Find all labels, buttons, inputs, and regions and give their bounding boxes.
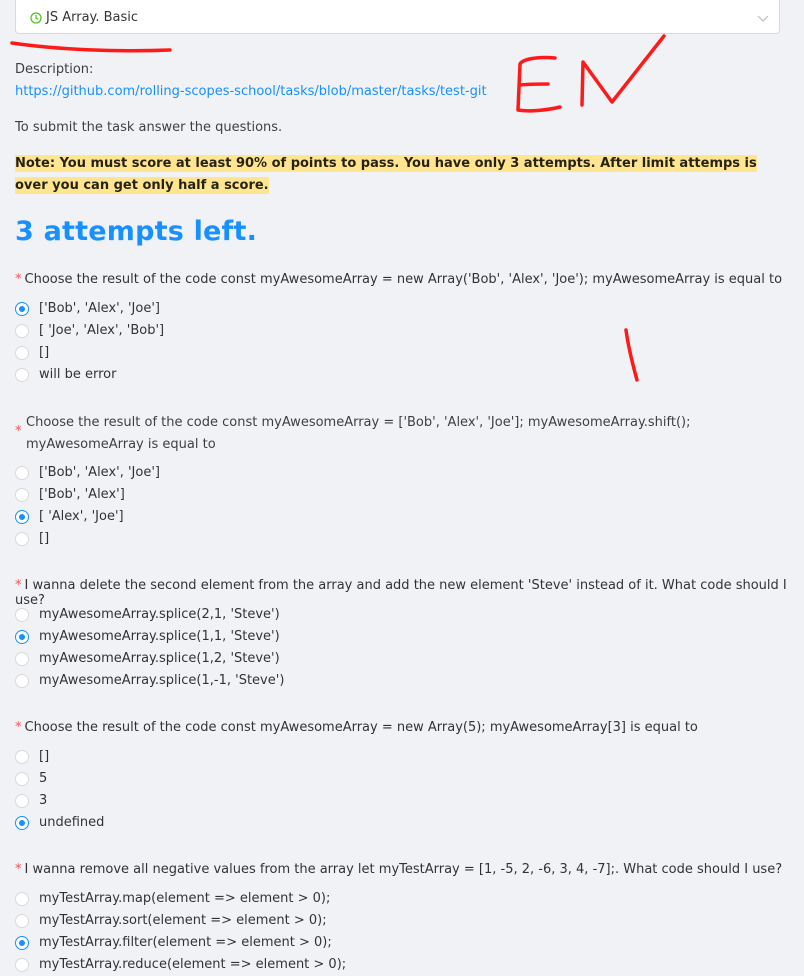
radio-button[interactable] xyxy=(15,324,29,338)
question-4: * Choose the result of the code const myA… xyxy=(15,720,698,735)
required-star: * xyxy=(15,862,22,877)
radio-option-label: myTestArray.sort(element => element > 0)… xyxy=(39,913,327,928)
radio-option-label: myTestArray.reduce(element => element > … xyxy=(39,957,347,972)
question-4-text: Choose the result of the code const myAw… xyxy=(24,720,698,735)
task-select-title: JS Array. Basic xyxy=(46,10,139,25)
radio-button[interactable] xyxy=(15,750,29,764)
radio-option-label: 5 xyxy=(39,771,48,786)
radio-button[interactable] xyxy=(15,510,29,524)
annotation-letter-e xyxy=(516,55,562,113)
radio-option-label: myAwesomeArray.splice(1,-1, 'Steve') xyxy=(39,673,285,688)
radio-button[interactable] xyxy=(15,816,29,830)
required-star: * xyxy=(15,578,22,593)
radio-option-label: [ 'Joe', 'Alex', 'Bob'] xyxy=(39,323,165,338)
radio-option-label: [] xyxy=(39,531,50,546)
radio-option-label: myTestArray.map(element => element > 0); xyxy=(39,891,331,906)
radio-option-label: [ 'Alex', 'Joe'] xyxy=(39,509,124,524)
radio-option-label: myAwesomeArray.splice(1,1, 'Steve') xyxy=(39,629,280,644)
radio-option-label: ['Bob', 'Alex'] xyxy=(39,487,125,502)
radio-button[interactable] xyxy=(15,466,29,480)
radio-option-label: [] xyxy=(39,345,50,360)
radio-button[interactable] xyxy=(15,532,29,546)
radio-button[interactable] xyxy=(15,914,29,928)
radio-button[interactable] xyxy=(15,892,29,906)
submit-instruction: To submit the task answer the questions. xyxy=(15,120,283,135)
radio-button[interactable] xyxy=(15,958,29,972)
question-2-text: Choose the result of the code const myAw… xyxy=(26,415,691,452)
required-star: * xyxy=(15,720,22,735)
question-5: * I wanna remove all negative values from… xyxy=(15,862,782,877)
task-select[interactable]: JS Array. Basic xyxy=(15,0,780,34)
question-5-text: I wanna remove all negative values from … xyxy=(24,862,783,877)
attempts-note-text: Note: You must score at least 90% of poi… xyxy=(15,155,757,194)
radio-option-label: [] xyxy=(39,749,50,764)
required-star: * xyxy=(15,424,22,439)
radio-button[interactable] xyxy=(15,772,29,786)
radio-option-label: undefined xyxy=(39,815,105,830)
attempts-note: Note: You must score at least 90% of poi… xyxy=(15,153,760,197)
radio-button[interactable] xyxy=(15,936,29,950)
description-label: Description: xyxy=(15,62,94,77)
required-star: * xyxy=(15,272,22,287)
radio-option-label: will be error xyxy=(39,367,117,382)
radio-option-label: myTestArray.filter(element => element > … xyxy=(39,935,332,950)
radio-button[interactable] xyxy=(15,368,29,382)
radio-option-label: 3 xyxy=(39,793,48,808)
question-3: * I wanna delete the second element from … xyxy=(15,578,804,608)
question-1-text: Choose the result of the code const myAw… xyxy=(24,272,783,287)
radio-button[interactable] xyxy=(15,608,29,622)
annotation-underline xyxy=(10,41,172,53)
attempts-left-heading: 3 attempts left. xyxy=(15,216,258,247)
radio-button[interactable] xyxy=(15,674,29,688)
radio-option-label: ['Bob', 'Alex', 'Joe'] xyxy=(39,301,160,316)
radio-button[interactable] xyxy=(15,488,29,502)
radio-option-label: ['Bob', 'Alex', 'Joe'] xyxy=(39,465,160,480)
radio-option-label: myAwesomeArray.splice(1,2, 'Steve') xyxy=(39,651,280,666)
chevron-down-icon[interactable] xyxy=(757,12,769,27)
radio-button[interactable] xyxy=(15,630,29,644)
question-3-text: I wanna delete the second element from t… xyxy=(15,578,787,608)
question-1: * Choose the result of the code const myA… xyxy=(15,272,782,287)
radio-button[interactable] xyxy=(15,302,29,316)
annotation-stroke xyxy=(624,328,639,382)
radio-button[interactable] xyxy=(15,652,29,666)
radio-button[interactable] xyxy=(15,346,29,360)
annotation-letter-n xyxy=(580,34,666,107)
clock-circle-icon xyxy=(30,12,42,28)
radio-button[interactable] xyxy=(15,794,29,808)
radio-option-label: myAwesomeArray.splice(2,1, 'Steve') xyxy=(39,607,280,622)
description-link[interactable]: https://github.com/rolling-scopes-school… xyxy=(15,84,487,99)
